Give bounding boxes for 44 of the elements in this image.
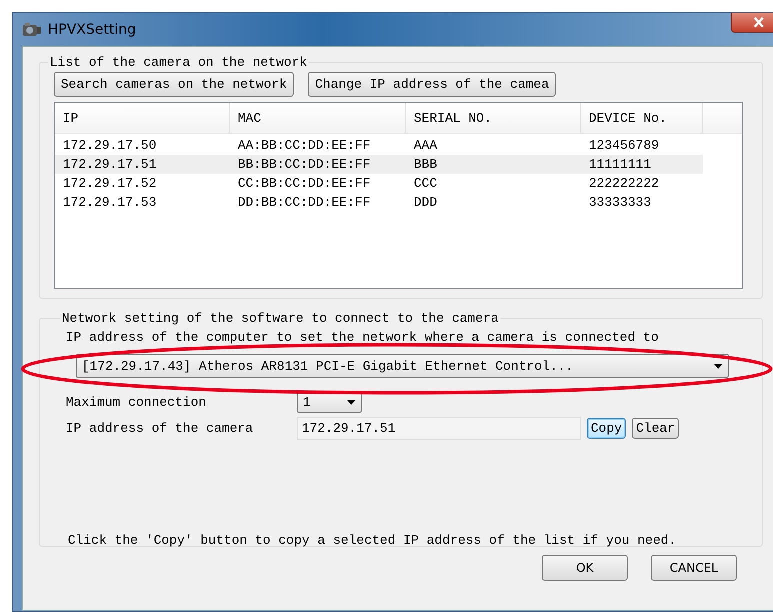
- column-header[interactable]: DEVICE No.: [581, 103, 703, 133]
- table-cell-text: AAA: [413, 138, 438, 153]
- field-label: IP address of the computer to set the network where a camera is connected to: [66, 330, 660, 345]
- table-cell-text: BBB: [413, 157, 438, 172]
- table-cell-text: CC:BB:CC:DD:EE:FF: [237, 176, 372, 191]
- table-cell-text: 172.29.17.53: [62, 195, 158, 210]
- close-button[interactable]: [731, 13, 773, 33]
- table-cell-text: 33333333: [588, 195, 652, 210]
- column-header[interactable]: IP: [55, 103, 230, 133]
- table-cell-text: 172.29.17.51: [62, 157, 158, 172]
- field-label: IP address of the camera: [66, 421, 254, 436]
- table-cell-text: 172.29.17.50: [62, 138, 158, 153]
- field-label: Maximum connection: [66, 395, 208, 410]
- table-cell-text: 123456789: [588, 138, 660, 153]
- group-title: Network setting of the software to connect to the camera: [61, 311, 500, 326]
- table-cell-text: 172.29.17.52: [62, 176, 158, 191]
- table-row[interactable]: 172.29.17.51 BB:BB:CC:DD:EE:FF BBB 11111111: [55, 155, 703, 174]
- table-cell-text: 222222222: [588, 176, 660, 191]
- table-cell-text: DDD: [413, 195, 438, 210]
- table-cell-text: 11111111: [588, 157, 652, 172]
- clear-button[interactable]: Clear: [632, 418, 680, 439]
- hint-text: Click the 'Copy' button to copy a selected IP address of the list if you need.: [68, 533, 678, 548]
- table-cell-text: CCC: [413, 176, 438, 191]
- dialog-button[interactable]: OK: [542, 555, 628, 581]
- column-header[interactable]: SERIAL NO.: [406, 103, 581, 133]
- copy-button[interactable]: Copy: [587, 418, 626, 439]
- window-title: HPVXSetting: [48, 22, 136, 38]
- column-header[interactable]: MAC: [230, 103, 406, 133]
- table-row[interactable]: 172.29.17.50 AA:BB:CC:DD:EE:FF AAA 123456789: [55, 136, 703, 155]
- action-button[interactable]: Change IP address of the camea: [308, 72, 556, 97]
- action-button[interactable]: Search cameras on the network: [54, 72, 294, 97]
- dropdown-caret-icon: [714, 364, 723, 368]
- dialog-button[interactable]: CANCEL: [651, 555, 737, 581]
- table-row[interactable]: 172.29.17.53 DD:BB:CC:DD:EE:FF DDD 33333333: [55, 193, 703, 212]
- camera-icon: [22, 20, 42, 38]
- close-icon: [753, 17, 765, 28]
- ip-field[interactable]: 172.29.17.51: [297, 417, 581, 440]
- table-cell-text: AA:BB:CC:DD:EE:FF: [237, 138, 372, 153]
- table-cell-text: BB:BB:CC:DD:EE:FF: [237, 157, 372, 172]
- dropdown-caret-icon: [347, 400, 356, 405]
- adapter-dropdown[interactable]: [172.29.17.43] Atheros AR8131 PCI-E Gigabit Ethernet Control...: [76, 354, 729, 378]
- table-row[interactable]: 172.29.17.52 CC:BB:CC:DD:EE:FF CCC 222222222: [55, 174, 703, 193]
- table-cell-text: DD:BB:CC:DD:EE:FF: [237, 195, 372, 210]
- group-title: List of the camera on the network: [49, 55, 308, 70]
